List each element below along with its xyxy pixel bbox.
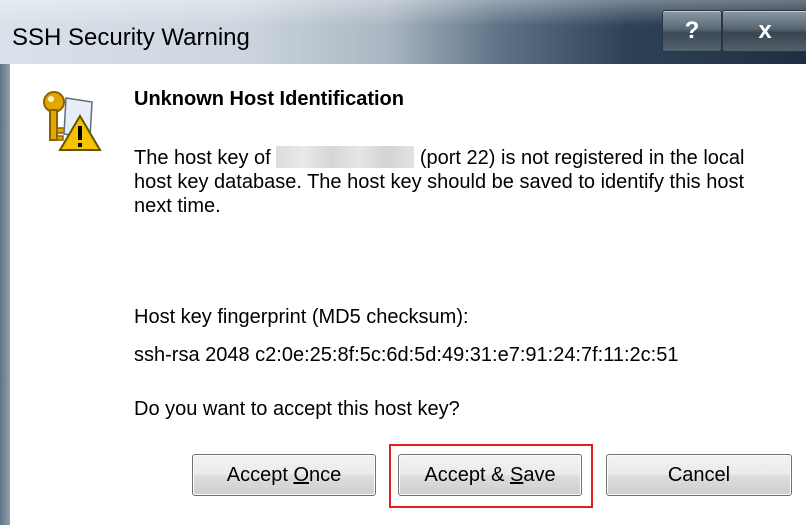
help-icon: ?: [684, 17, 700, 44]
message-paragraph: The host key of (port 22) is not registe…: [134, 146, 774, 218]
close-icon: x: [758, 17, 772, 44]
accept-once-access-key: O: [293, 463, 309, 486]
accept-question: Do you want to accept this host key?: [134, 398, 460, 420]
close-button[interactable]: x: [722, 10, 806, 52]
accept-save-button[interactable]: Accept & Save: [398, 454, 582, 496]
fingerprint-value: ssh-rsa 2048 c2:0e:25:8f:5c:6d:5d:49:31:…: [134, 344, 679, 366]
window-title: SSH Security Warning: [12, 24, 250, 51]
cancel-label: Cancel: [667, 463, 731, 486]
accept-once-button[interactable]: Accept Once: [192, 454, 376, 496]
key-warning-icon: [43, 91, 102, 151]
help-button[interactable]: ?: [662, 10, 722, 52]
ssh-security-warning-dialog: SSH Security Warning ? x Unknown Host Id…: [0, 0, 806, 525]
cancel-button[interactable]: Cancel: [606, 454, 792, 496]
dialog-heading: Unknown Host Identification: [134, 88, 404, 110]
fingerprint-label: Host key fingerprint (MD5 checksum):: [134, 306, 469, 328]
accept-save-access-key: S: [510, 463, 524, 486]
accept-save-label-prefix: Accept &: [424, 463, 510, 486]
accept-once-label-prefix: Accept: [226, 463, 294, 486]
redacted-hostname: [276, 146, 415, 168]
accept-once-label-suffix: nce: [309, 463, 342, 486]
accept-save-label-suffix: ave: [523, 463, 556, 486]
window-left-border: [0, 64, 10, 525]
message-text-start: The host key of: [134, 147, 277, 169]
title-bar[interactable]: SSH Security Warning ? x: [0, 0, 806, 64]
